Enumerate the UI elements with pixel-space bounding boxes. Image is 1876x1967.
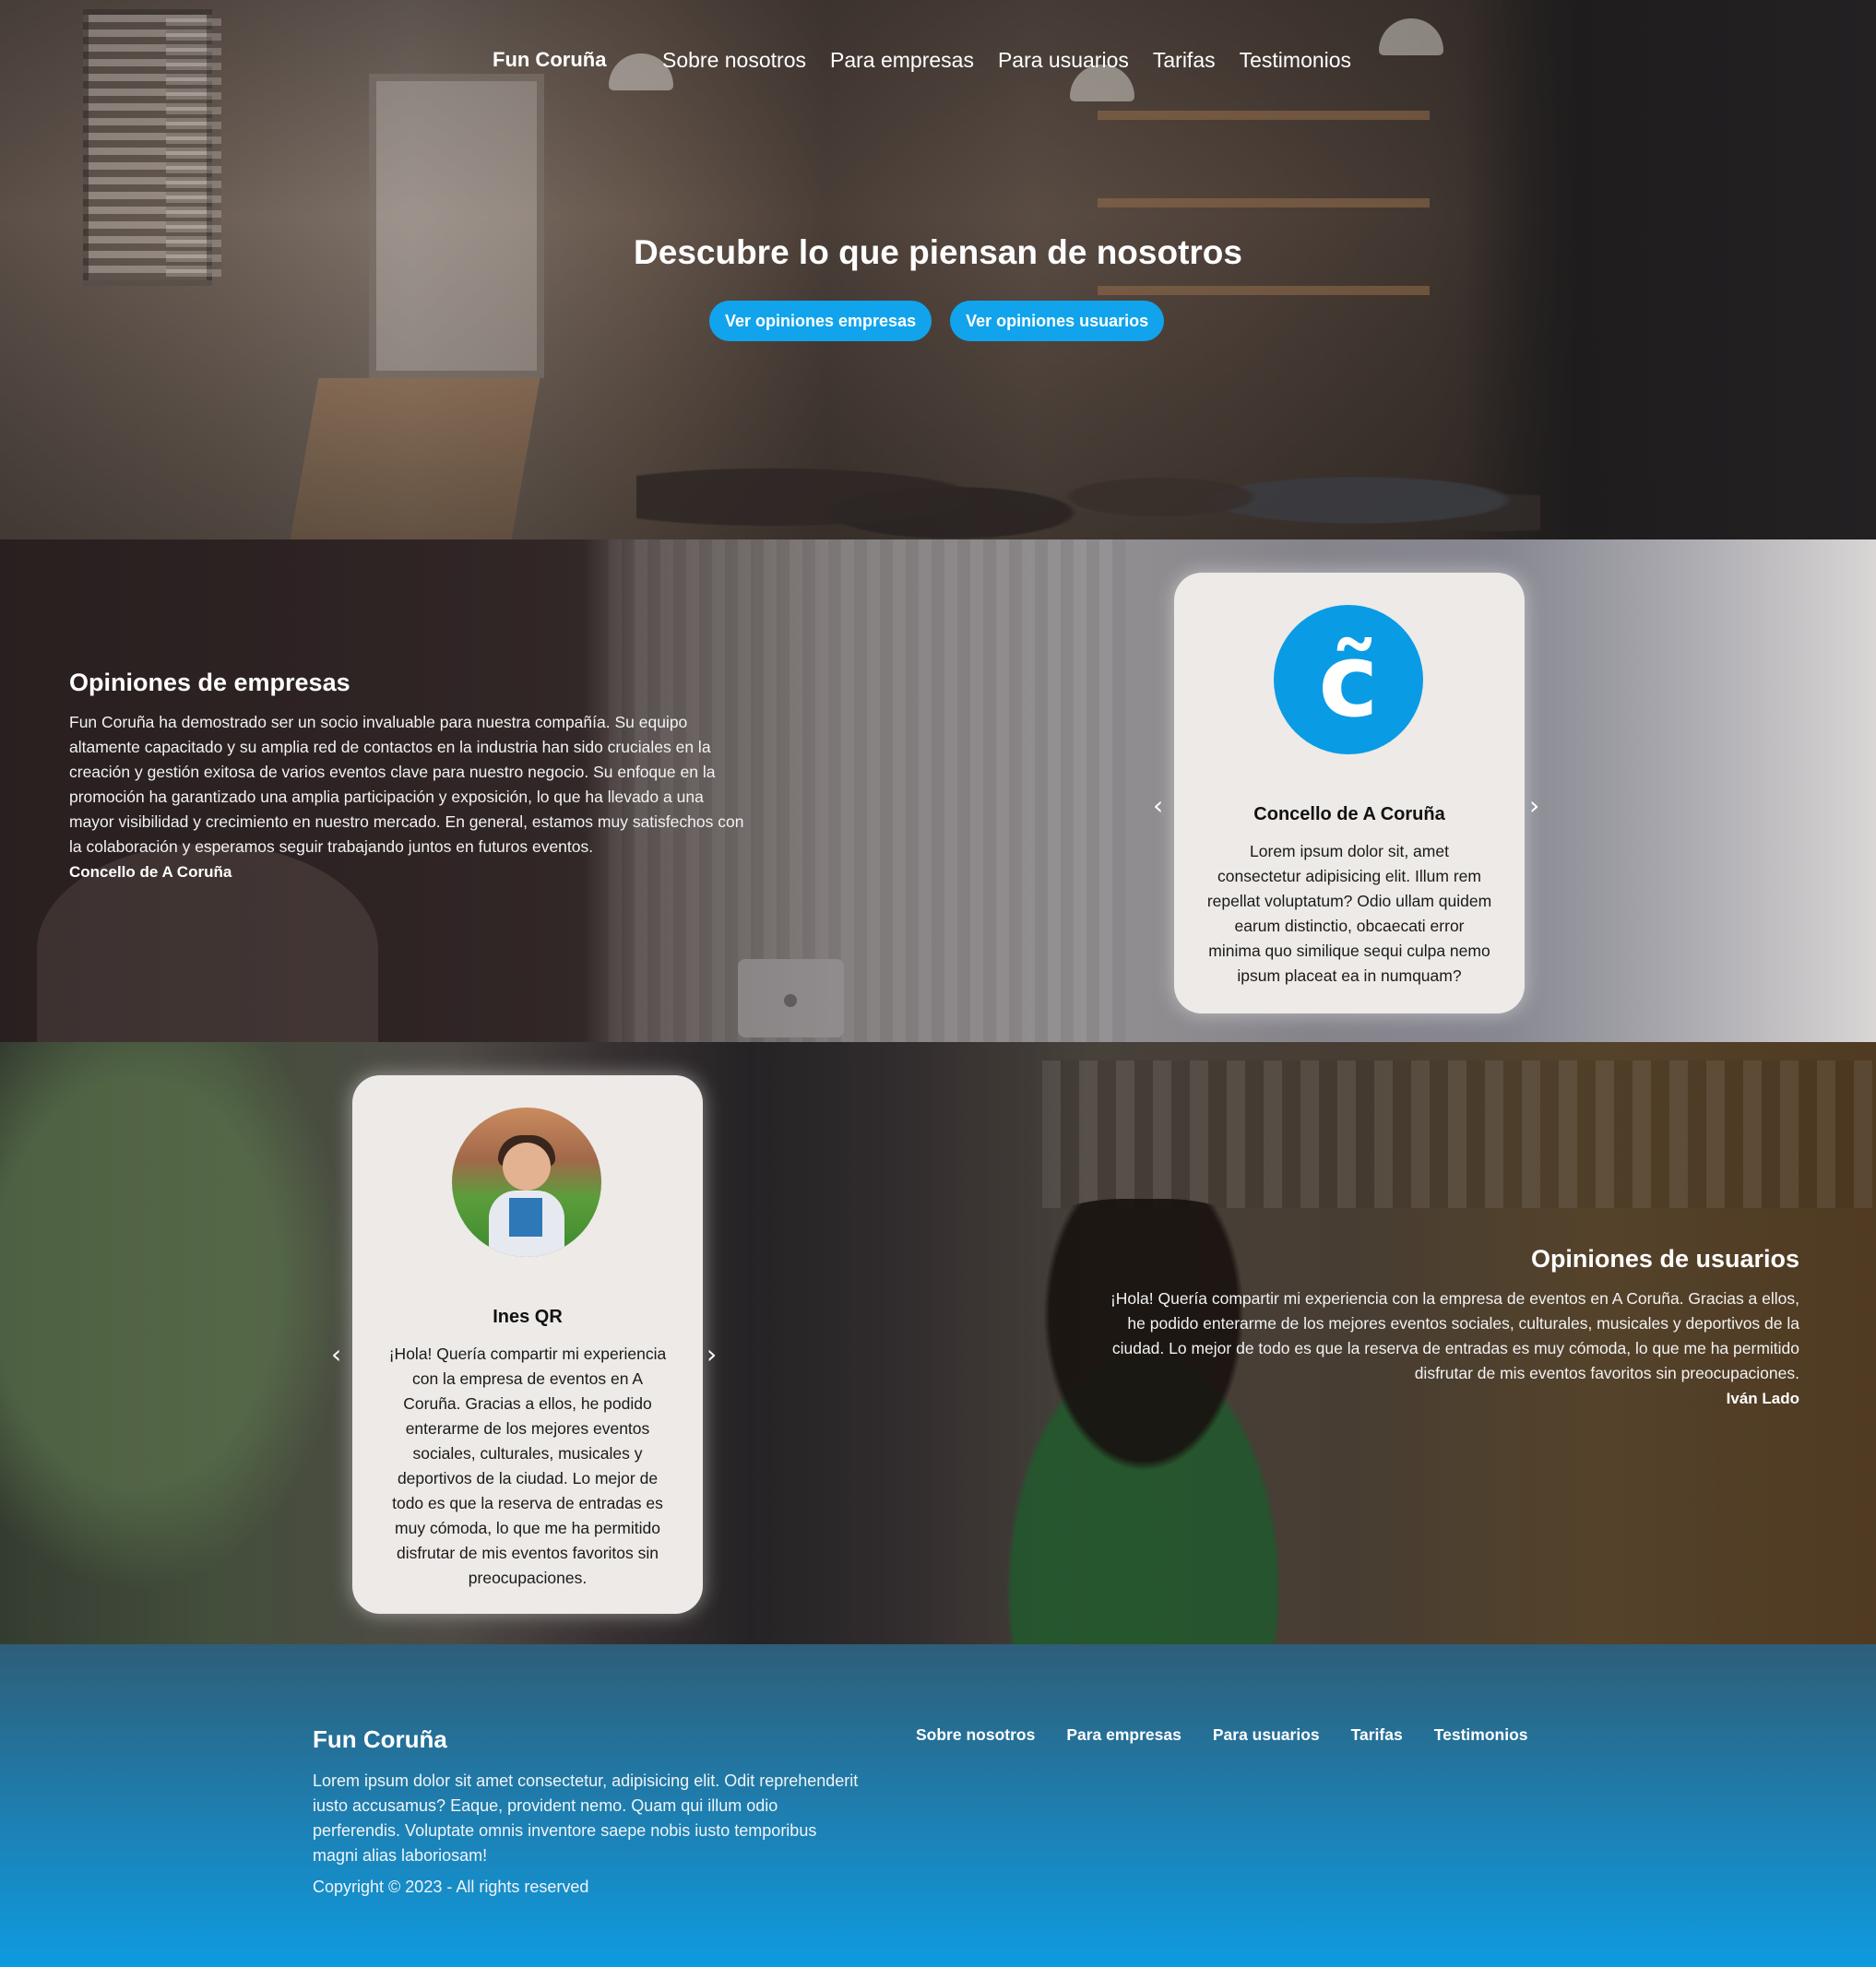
user-carousel-next-icon[interactable]: ›	[706, 1341, 717, 1369]
footer-link-para-empresas[interactable]: Para empresas	[1066, 1725, 1181, 1745]
user-reviews-text: Opiniones de usuarios ¡Hola! Quería comp…	[1108, 1245, 1799, 1408]
user-card-text: ¡Hola! Quería compartir mi experiencia c…	[388, 1345, 667, 1587]
nav-link-testimonios[interactable]: Testimonios	[1240, 48, 1351, 73]
footer: Fun Coruña Lorem ipsum dolor sit amet co…	[0, 1644, 1876, 1967]
background-shelf	[1098, 286, 1430, 295]
nav-links: Sobre nosotros Para empresas Para usuari…	[662, 48, 1351, 73]
company-carousel-next-icon[interactable]: ›	[1529, 792, 1539, 820]
company-card-name: Concello de A Coruña	[1253, 804, 1445, 824]
hero-section: Fun Coruña Sobre nosotros Para empresas …	[0, 0, 1876, 539]
nav-link-tarifas[interactable]: Tarifas	[1153, 48, 1216, 73]
footer-links: Sobre nosotros Para empresas Para usuari…	[916, 1725, 1528, 1745]
user-card-name: Ines QR	[493, 1307, 563, 1327]
company-reviews-title: Opiniones de empresas	[69, 669, 350, 696]
footer-link-tarifas[interactable]: Tarifas	[1351, 1725, 1403, 1745]
footer-brand: Fun Coruña	[313, 1725, 447, 1753]
company-review-author: Concello de A Coruña	[69, 863, 232, 881]
concello-logo-icon: c̃	[1274, 605, 1423, 754]
nav-link-sobre-nosotros[interactable]: Sobre nosotros	[662, 48, 806, 73]
user-review-author: Iván Lado	[1726, 1390, 1799, 1407]
company-testimonial-card: c̃ Concello de A Coruña Lorem ipsum dolo…	[1174, 573, 1525, 1013]
view-company-reviews-button[interactable]: Ver opiniones empresas	[709, 301, 932, 341]
footer-link-testimonios[interactable]: Testimonios	[1434, 1725, 1528, 1745]
avatar-face	[503, 1143, 551, 1191]
user-review-quote: ¡Hola! Quería compartir mi experiencia c…	[1110, 1289, 1799, 1382]
concello-logo-glyph: c̃	[1318, 622, 1379, 740]
user-reviews-section: Ines QR ¡Hola! Quería compartir mi exper…	[0, 1042, 1876, 1644]
footer-link-para-usuarios[interactable]: Para usuarios	[1213, 1725, 1320, 1745]
hero-title: Descubre lo que piensan de nosotros	[634, 233, 1242, 271]
background-chair	[290, 378, 540, 539]
user-testimonial-card: Ines QR ¡Hola! Quería compartir mi exper…	[352, 1075, 703, 1614]
company-reviews-text: Opiniones de empresas Fun Coruña ha demo…	[69, 669, 752, 882]
hero-buttons: Ver opiniones empresas Ver opiniones usu…	[709, 301, 1165, 341]
user-carousel-prev-icon[interactable]: ‹	[331, 1341, 341, 1369]
user-avatar	[452, 1108, 601, 1257]
view-user-reviews-button[interactable]: Ver opiniones usuarios	[950, 301, 1165, 341]
nav-link-para-empresas[interactable]: Para empresas	[830, 48, 974, 73]
top-navigation: Fun Coruña Sobre nosotros Para empresas …	[0, 48, 1876, 79]
company-carousel-prev-icon[interactable]: ‹	[1153, 792, 1163, 820]
nav-link-para-usuarios[interactable]: Para usuarios	[998, 48, 1129, 73]
nav-brand[interactable]: Fun Coruña	[493, 48, 606, 72]
background-shelf	[1098, 111, 1430, 120]
background-door	[369, 74, 544, 378]
background-shelf	[1098, 198, 1430, 207]
footer-link-sobre-nosotros[interactable]: Sobre nosotros	[916, 1725, 1035, 1745]
company-review-quote: Fun Coruña ha demostrado ser un socio in…	[69, 713, 744, 856]
company-reviews-section: Opiniones de empresas Fun Coruña ha demo…	[0, 539, 1876, 1042]
background-people	[636, 387, 1540, 539]
company-card-text: Lorem ipsum dolor sit, amet consectetur …	[1206, 842, 1492, 985]
footer-description: Lorem ipsum dolor sit amet consectetur, …	[313, 1771, 859, 1865]
avatar-book	[509, 1198, 542, 1237]
footer-copyright: Copyright © 2023 - All rights reserved	[313, 1878, 589, 1896]
user-reviews-title: Opiniones de usuarios	[1530, 1245, 1799, 1273]
